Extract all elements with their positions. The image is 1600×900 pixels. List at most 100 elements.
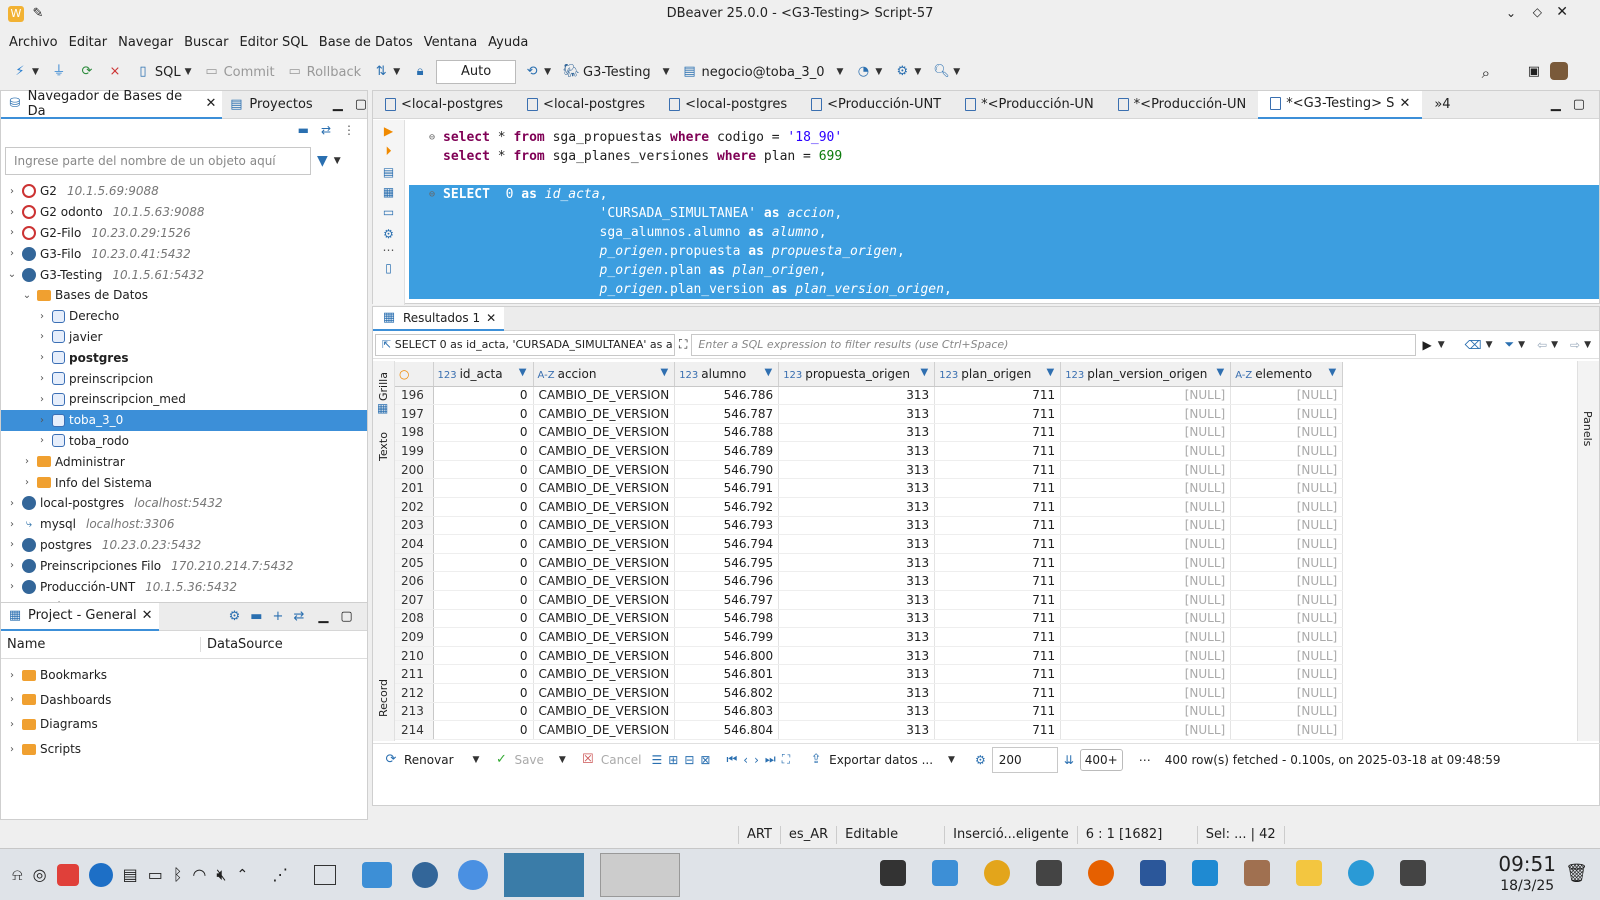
editor-tab[interactable]: <Producción-UNT: [799, 91, 953, 119]
status-insert-mode[interactable]: Inserció...eligente: [944, 826, 1077, 844]
editor-tab[interactable]: *<Producción-UN: [1106, 91, 1259, 119]
table-cell[interactable]: 0: [433, 441, 534, 461]
chevron-right-icon[interactable]: ›: [35, 373, 49, 384]
table-cell[interactable]: 711: [934, 664, 1062, 684]
table-cell[interactable]: 0: [433, 386, 534, 406]
table-cell[interactable]: CAMBIO_DE_VERSION: [533, 516, 676, 536]
chevron-right-icon[interactable]: ›: [5, 498, 19, 509]
close-tab-icon[interactable]: ✕: [142, 608, 153, 623]
link-icon[interactable]: ⇄: [293, 609, 304, 624]
table-cell[interactable]: 711: [934, 404, 1062, 424]
row-number-header[interactable]: ○: [395, 362, 434, 387]
table-cell[interactable]: 546.796: [674, 571, 780, 592]
table-cell[interactable]: [NULL]: [1230, 516, 1344, 536]
minimize-panel-icon[interactable]: ▁: [1551, 97, 1561, 112]
close-tab-icon[interactable]: ✕: [1399, 96, 1410, 111]
table-row[interactable]: 201 0 CAMBIO_DE_VERSION 546.791 313 711 [NULL]…: [395, 478, 1344, 499]
commit-mode-field[interactable]: Auto: [436, 60, 517, 84]
table-cell[interactable]: 711: [934, 534, 1062, 554]
table-cell[interactable]: 0: [433, 516, 534, 536]
table-cell[interactable]: [NULL]: [1230, 404, 1344, 424]
sort-icon[interactable]: ▼: [660, 367, 668, 378]
table-row[interactable]: 202 0 CAMBIO_DE_VERSION 546.792 313 711 [NULL]…: [395, 497, 1344, 517]
chevron-right-icon[interactable]: ›: [5, 186, 19, 197]
table-row[interactable]: 204 0 CAMBIO_DE_VERSION 546.794 313 711 [NULL]…: [395, 534, 1344, 554]
reconnect-button[interactable]: ⟳: [75, 59, 99, 85]
cancel-button[interactable]: ☒ Cancel: [576, 752, 646, 768]
firefox-app-icon[interactable]: [1088, 860, 1114, 886]
chrome-app-icon[interactable]: [984, 860, 1010, 886]
table-row[interactable]: 209 0 CAMBIO_DE_VERSION 546.799 313 711 [NULL]…: [395, 627, 1344, 647]
table-cell[interactable]: 546.802: [674, 683, 780, 703]
editor-tab[interactable]: *<Producción-UN: [953, 91, 1106, 119]
table-cell[interactable]: [NULL]: [1060, 627, 1232, 647]
row-number[interactable]: 209: [395, 627, 434, 647]
table-cell[interactable]: 0: [433, 664, 534, 684]
navigator-item[interactable]: ⌄ G3-Testing 10.1.5.61:5432: [1, 264, 367, 285]
sort-icon[interactable]: ▼: [1046, 367, 1054, 378]
menu-ventana[interactable]: Ventana: [424, 35, 477, 50]
table-cell[interactable]: [NULL]: [1230, 497, 1344, 517]
table-cell[interactable]: CAMBIO_DE_VERSION: [533, 609, 676, 629]
table-row[interactable]: 210 0 CAMBIO_DE_VERSION 546.800 313 711 [NULL]…: [395, 646, 1344, 666]
menu-editor-sql[interactable]: Editor SQL: [239, 35, 307, 50]
table-cell[interactable]: 711: [934, 460, 1062, 480]
lock-button[interactable]: 🔒︎: [408, 59, 432, 85]
table-cell[interactable]: 546.803: [674, 702, 780, 722]
table-cell[interactable]: [NULL]: [1060, 423, 1232, 443]
table-row[interactable]: 199 0 CAMBIO_DE_VERSION 546.789 313 711 [NULL]…: [395, 441, 1344, 461]
table-cell[interactable]: 546.787: [674, 404, 780, 424]
back-icon[interactable]: ⇦: [1537, 338, 1547, 352]
close-tab-icon[interactable]: ✕: [486, 311, 496, 325]
row-number[interactable]: 199: [395, 441, 434, 461]
table-cell[interactable]: 0: [433, 553, 534, 573]
table-cell[interactable]: CAMBIO_DE_VERSION: [533, 460, 676, 480]
chevron-right-icon[interactable]: ›: [35, 352, 49, 363]
table-cell[interactable]: 546.786: [674, 386, 780, 406]
table-cell[interactable]: 711: [934, 423, 1062, 443]
column-header-id_acta[interactable]: 123 id_acta ▼: [433, 362, 534, 387]
more-icon[interactable]: ⋯: [1139, 753, 1151, 767]
table-cell[interactable]: [NULL]: [1060, 404, 1232, 424]
table-cell[interactable]: 313: [778, 423, 936, 443]
chevron-right-icon[interactable]: ›: [5, 670, 19, 681]
table-cell[interactable]: CAMBIO_DE_VERSION: [533, 441, 676, 461]
table-cell[interactable]: [NULL]: [1230, 627, 1344, 647]
table-cell[interactable]: 313: [778, 664, 936, 684]
load-icon[interactable]: ▦: [373, 185, 404, 199]
navigator-item[interactable]: › postgres: [1, 347, 367, 368]
battery-icon[interactable]: ▭: [148, 865, 163, 884]
search-icon[interactable]: ⌕: [1482, 64, 1490, 82]
table-cell[interactable]: 546.798: [674, 609, 780, 629]
table-cell[interactable]: 711: [934, 386, 1062, 406]
table-cell[interactable]: 0: [433, 571, 534, 592]
tools-button[interactable]: ⚙ ▼: [890, 59, 925, 85]
notes-app-icon[interactable]: [1296, 860, 1322, 886]
bluetooth-icon[interactable]: ᛒ: [173, 865, 183, 884]
table-cell[interactable]: [NULL]: [1060, 460, 1232, 480]
table-cell[interactable]: 0: [433, 497, 534, 517]
row-number[interactable]: 203: [395, 516, 434, 536]
row-number[interactable]: 202: [395, 497, 434, 517]
table-cell[interactable]: 711: [934, 702, 1062, 722]
table-cell[interactable]: 711: [934, 720, 1062, 740]
table-cell[interactable]: [NULL]: [1230, 720, 1344, 740]
table-cell[interactable]: 546.791: [674, 478, 780, 499]
table-cell[interactable]: [NULL]: [1230, 553, 1344, 573]
table-cell[interactable]: 313: [778, 404, 936, 424]
sql-editor-button[interactable]: ▯ SQL ▼: [131, 59, 196, 85]
row-number[interactable]: 196: [395, 386, 434, 406]
add-row-icon[interactable]: ⊞: [668, 753, 678, 767]
table-cell[interactable]: 313: [778, 553, 936, 573]
table-row[interactable]: 207 0 CAMBIO_DE_VERSION 546.797 313 711 [NULL]…: [395, 590, 1344, 610]
row-number[interactable]: 201: [395, 478, 434, 499]
chromium-app-icon[interactable]: [458, 859, 489, 890]
table-row[interactable]: 212 0 CAMBIO_DE_VERSION 546.802 313 711 [NULL]…: [395, 683, 1344, 703]
minimize-icon[interactable]: ⌄: [1506, 6, 1516, 20]
row-limit-input[interactable]: 200: [991, 746, 1058, 773]
table-cell[interactable]: [NULL]: [1060, 720, 1232, 740]
table-cell[interactable]: [NULL]: [1230, 386, 1344, 406]
fetch-more-button[interactable]: 400+: [1079, 748, 1123, 771]
last-page-icon[interactable]: ⏭: [765, 752, 776, 767]
first-page-icon[interactable]: ⏮: [726, 752, 737, 767]
